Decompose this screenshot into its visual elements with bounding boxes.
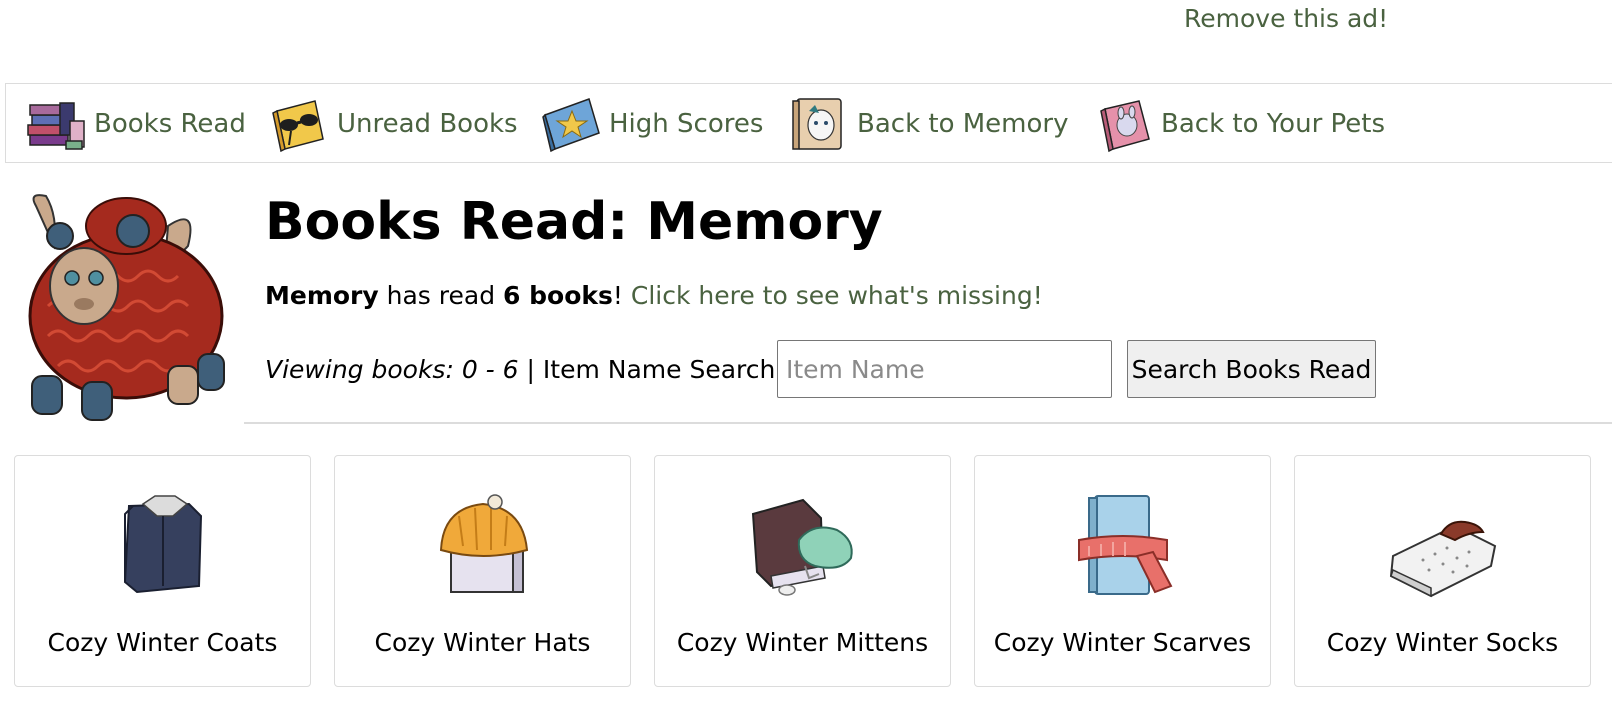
book-name: Cozy Winter Coats xyxy=(47,628,278,657)
mitten-book-icon xyxy=(751,498,853,596)
nav-label: Unread Books xyxy=(337,109,518,139)
scarf-book-icon xyxy=(1078,495,1173,595)
nav-label: Back to Your Pets xyxy=(1161,109,1386,139)
navigation-bar: Books Read Unread Books High Scores Back… xyxy=(5,83,1612,163)
book-name: Cozy Winter Mittens xyxy=(676,628,929,657)
nav-label: Books Read xyxy=(94,109,246,139)
read-summary: Memory has read 6 books! Click here to s… xyxy=(265,276,1043,316)
star-book-icon xyxy=(542,98,600,153)
nav-back-to-your-pets[interactable]: Back to Your Pets xyxy=(1099,84,1385,164)
pets-book-icon xyxy=(1100,100,1150,153)
pet-name: Memory xyxy=(265,281,379,310)
book-card[interactable]: Cozy Winter Socks xyxy=(1294,455,1591,687)
book-name: Cozy Winter Hats xyxy=(374,628,591,657)
nav-unread-books[interactable]: Unread Books xyxy=(269,84,518,164)
nav-back-to-memory[interactable]: Back to Memory xyxy=(791,84,1069,164)
sock-book-icon xyxy=(1389,520,1497,598)
divider xyxy=(244,422,1612,424)
search-row: Viewing books: 0 - 6 | Item Name Search: xyxy=(265,340,784,398)
missing-books-link[interactable]: Click here to see what's missing! xyxy=(631,281,1043,310)
pet-avatar xyxy=(28,194,225,421)
coat-book-icon xyxy=(123,495,203,594)
book-count: 6 books xyxy=(503,281,613,310)
book-card[interactable]: Cozy Winter Scarves xyxy=(974,455,1271,687)
pet-portrait-book-icon xyxy=(792,98,842,150)
nav-label: High Scores xyxy=(609,109,764,139)
search-label: Item Name Search: xyxy=(542,354,784,384)
exclaim-text: ! xyxy=(612,281,623,310)
book-name: Cozy Winter Scarves xyxy=(993,628,1252,657)
book-name: Cozy Winter Socks xyxy=(1326,628,1559,657)
book-card[interactable]: Cozy Winter Coats xyxy=(14,455,311,687)
separator: | xyxy=(526,354,535,384)
nav-high-scores[interactable]: High Scores xyxy=(541,84,763,164)
book-sunglasses-icon xyxy=(272,100,324,153)
search-books-read-button[interactable]: Search Books Read xyxy=(1127,340,1376,398)
remove-ad-link[interactable]: Remove this ad! xyxy=(1184,4,1388,33)
nav-label: Back to Memory xyxy=(857,109,1069,139)
item-name-search-input[interactable] xyxy=(777,340,1112,398)
hat-book-icon xyxy=(439,494,529,593)
book-card[interactable]: Cozy Winter Mittens xyxy=(654,455,951,687)
book-stack-icon xyxy=(27,102,85,150)
viewing-range: Viewing books: 0 - 6 xyxy=(265,354,519,384)
page-title: Books Read: Memory xyxy=(265,192,883,252)
has-read-text: has read xyxy=(386,281,496,310)
nav-books-read[interactable]: Books Read xyxy=(26,84,246,164)
book-card[interactable]: Cozy Winter Hats xyxy=(334,455,631,687)
